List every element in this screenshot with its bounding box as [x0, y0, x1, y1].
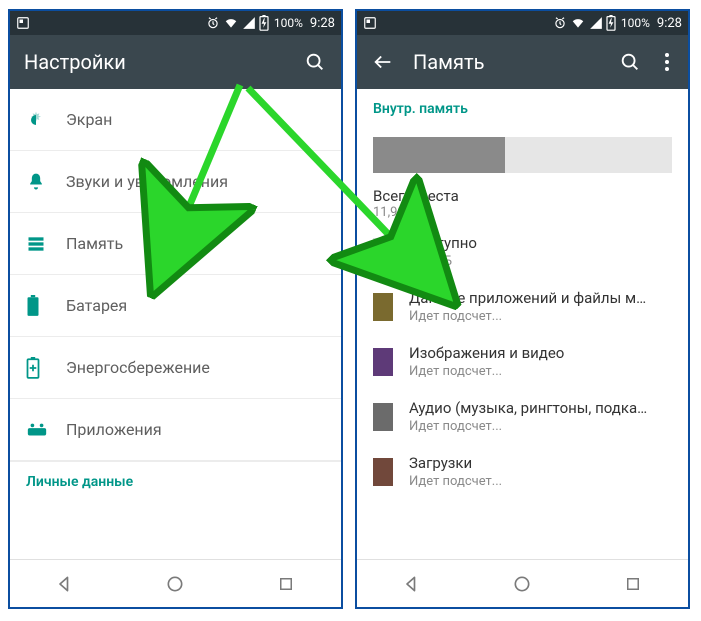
section-header-personal: Личные данные: [10, 461, 341, 496]
section-header-internal: Внутр. память: [357, 89, 688, 123]
storage-icon: [26, 234, 46, 254]
storage-row-downloads[interactable]: Загрузки Идет подсчет...: [357, 444, 688, 499]
row-sub: Идет подсчет...: [409, 309, 649, 324]
screenshot-icon: [16, 16, 30, 30]
app-bar: Настройки: [10, 35, 341, 89]
storage-row-audio[interactable]: Аудио (музыка, рингтоны, подкаст. Идет п…: [357, 389, 688, 444]
signal-icon: [242, 16, 256, 30]
search-button[interactable]: [303, 50, 327, 74]
settings-item-label: Звуки и уведомления: [66, 172, 228, 191]
display-icon: [26, 110, 46, 130]
nav-back[interactable]: [45, 564, 85, 604]
page-title: Настройки: [24, 50, 285, 74]
settings-item-label: Приложения: [66, 420, 162, 439]
nav-bar: [10, 559, 341, 607]
storage-total[interactable]: Всего места 11,99 ГБ: [357, 179, 688, 224]
settings-item-display[interactable]: Экран: [10, 89, 341, 151]
swatch: [373, 403, 393, 431]
row-sub: Идет подсчет...: [409, 474, 502, 489]
app-bar: Память: [357, 35, 688, 89]
wifi-icon: [570, 16, 586, 30]
page-title: Память: [413, 50, 600, 74]
nav-back[interactable]: [392, 564, 432, 604]
total-label: Всего места: [373, 187, 672, 205]
alarm-icon: [553, 16, 567, 30]
storage-usage-bar: [357, 123, 688, 179]
recent-icon: [624, 575, 642, 593]
row-title: Аудио (музыка, рингтоны, подкаст.: [409, 399, 649, 417]
status-bar: 100% 9:28: [357, 11, 688, 35]
settings-item-sound[interactable]: Звуки и уведомления: [10, 151, 341, 213]
more-vert-icon: [665, 53, 669, 71]
storage-row-apps[interactable]: Данные приложений и файлы мул. Идет подс…: [357, 279, 688, 334]
row-sub: 6,63 ГБ: [409, 254, 477, 269]
settings-item-label: Экран: [66, 110, 112, 129]
swatch: [373, 458, 393, 486]
battery-charging-icon: [606, 15, 616, 31]
back-button[interactable]: [371, 50, 395, 74]
settings-item-battery[interactable]: Батарея: [10, 275, 341, 337]
row-title: Загрузки: [409, 454, 502, 472]
search-icon: [304, 51, 326, 73]
recent-icon: [277, 575, 295, 593]
wifi-icon: [223, 16, 239, 30]
settings-item-label: Батарея: [66, 296, 127, 315]
settings-list: Экран Звуки и уведомления Память Батарея…: [10, 89, 341, 559]
battery-saver-icon: [26, 357, 40, 379]
search-icon: [619, 51, 641, 73]
storage-content: Внутр. память Всего места 11,99 ГБ Досту…: [357, 89, 688, 559]
swatch: [373, 348, 393, 376]
arrow-left-icon: [372, 51, 394, 73]
row-sub: Идет подсчет...: [409, 419, 649, 434]
settings-item-storage[interactable]: Память: [10, 213, 341, 275]
home-icon: [512, 574, 532, 594]
alarm-icon: [206, 16, 220, 30]
battery-charging-icon: [259, 15, 269, 31]
swatch: [373, 238, 393, 266]
phone-left: 100% 9:28 Настройки Экран Звуки и уведом…: [8, 9, 343, 609]
battery-pct: 100%: [621, 16, 650, 30]
screenshot-icon: [363, 16, 377, 30]
back-icon: [402, 574, 422, 594]
row-title: Данные приложений и файлы мул.: [409, 289, 649, 307]
clock: 9:28: [310, 16, 335, 31]
row-title: Доступно: [409, 234, 477, 252]
home-icon: [165, 574, 185, 594]
back-icon: [55, 574, 75, 594]
overflow-button[interactable]: [660, 50, 674, 74]
row-title: Изображения и видео: [409, 344, 564, 362]
total-value: 11,99 ГБ: [373, 205, 672, 220]
nav-recent[interactable]: [266, 564, 306, 604]
settings-item-apps[interactable]: Приложения: [10, 399, 341, 461]
battery-pct: 100%: [274, 16, 303, 30]
status-bar: 100% 9:28: [10, 11, 341, 35]
settings-item-powersave[interactable]: Энергосбережение: [10, 337, 341, 399]
settings-item-label: Память: [66, 234, 123, 253]
row-sub: Идет подсчет...: [409, 364, 564, 379]
settings-item-label: Энергосбережение: [66, 358, 210, 377]
nav-bar: [357, 559, 688, 607]
storage-row-images[interactable]: Изображения и видео Идет подсчет...: [357, 334, 688, 389]
nav-home[interactable]: [155, 564, 195, 604]
swatch: [373, 293, 393, 321]
apps-icon: [26, 422, 48, 438]
battery-icon: [26, 295, 40, 317]
bell-icon: [26, 172, 46, 192]
search-button[interactable]: [618, 50, 642, 74]
nav-home[interactable]: [502, 564, 542, 604]
storage-row-available[interactable]: Доступно 6,63 ГБ: [357, 224, 688, 279]
nav-recent[interactable]: [613, 564, 653, 604]
phone-right: 100% 9:28 Память Внутр. память Всего мес…: [355, 9, 690, 609]
signal-icon: [589, 16, 603, 30]
clock: 9:28: [657, 16, 682, 31]
